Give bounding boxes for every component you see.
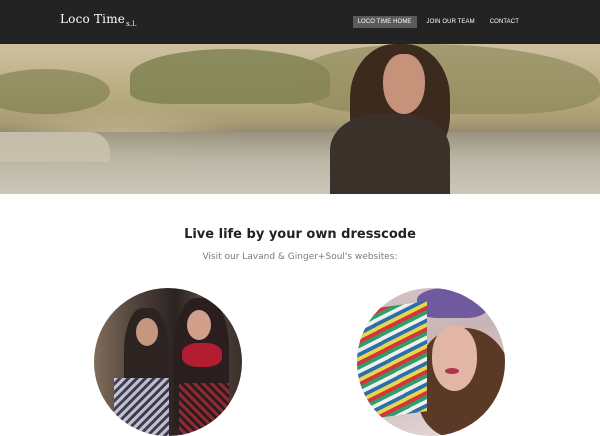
model-zigzag-sweater	[357, 301, 427, 421]
model-lips	[445, 368, 459, 374]
site-logo[interactable]: Loco Times.l.	[60, 12, 138, 28]
nav-item-contact[interactable]: CONTACT	[485, 16, 524, 28]
model-purple-fabric	[417, 288, 487, 318]
model-patterned-top	[179, 383, 229, 436]
hero-model-face	[383, 54, 425, 114]
model-face	[187, 310, 211, 340]
model-face	[432, 326, 477, 391]
hero-hill	[300, 44, 600, 114]
hero-model-sweater	[330, 114, 450, 194]
page-subtitle: Visit our Lavand & Ginger+Soul's website…	[202, 252, 398, 262]
nav-item-home[interactable]: LOCO TIME HOME	[352, 16, 417, 28]
logo-text[interactable]: Loco Time	[60, 12, 125, 26]
model-red-scarf	[182, 343, 222, 367]
page-tagline: Live life by your own dresscode	[184, 226, 416, 242]
nav-item-join-our-team[interactable]: JOIN OUR TEAM	[422, 16, 480, 28]
site-header: Loco Times.l. LOCO TIME HOME JOIN OUR TE…	[0, 0, 600, 44]
model-face	[136, 318, 158, 346]
logo-suffix: s.l.	[126, 20, 138, 28]
hero-hill	[0, 69, 110, 114]
main-nav: LOCO TIME HOME JOIN OUR TEAM CONTACT	[348, 16, 524, 28]
lavand-website-link-image[interactable]	[94, 288, 242, 436]
ginger-soul-website-link-image[interactable]	[357, 288, 505, 436]
hero-banner-image	[0, 44, 600, 194]
model-patterned-top	[114, 378, 169, 436]
hero-riverbank	[0, 132, 110, 162]
